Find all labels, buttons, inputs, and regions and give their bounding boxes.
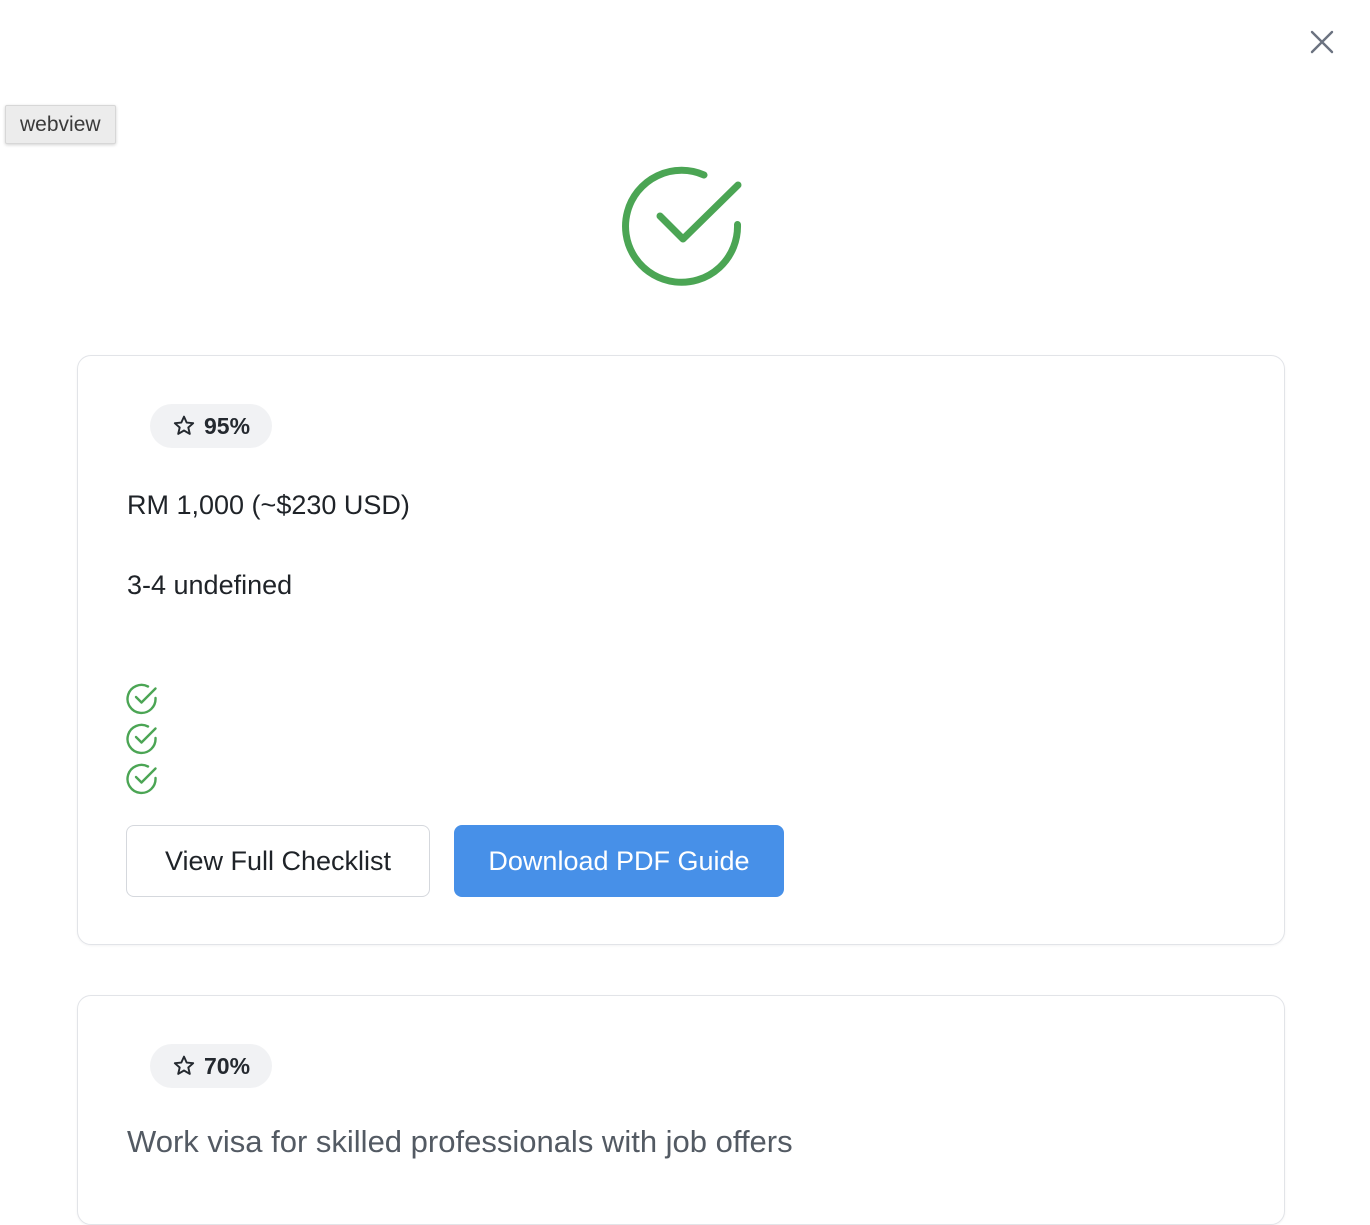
match-percentage: 70% — [204, 1052, 251, 1079]
list-item — [126, 721, 158, 761]
star-outline-icon — [172, 1054, 196, 1078]
download-pdf-guide-button[interactable]: Download PDF Guide — [454, 825, 784, 897]
requirements-checklist — [126, 681, 158, 801]
check-circle-small-icon — [126, 723, 158, 760]
close-icon — [1308, 28, 1336, 61]
visa-cost: RM 1,000 (~$230 USD) — [127, 490, 410, 520]
check-circle-small-icon — [126, 683, 158, 720]
view-full-checklist-button[interactable]: View Full Checklist — [126, 825, 430, 897]
check-circle-small-icon — [126, 763, 158, 800]
star-outline-icon — [172, 414, 196, 438]
close-button[interactable] — [1304, 26, 1340, 62]
processing-time: 3-4 undefined — [127, 570, 293, 600]
list-item — [126, 761, 158, 801]
visa-option-card: 70% Work visa for skilled professionals … — [77, 995, 1285, 1225]
visa-option-card: 95% RM 1,000 (~$230 USD) 3-4 undefined V… — [77, 355, 1285, 945]
webview-tag: webview — [5, 105, 116, 144]
list-item — [126, 681, 158, 721]
match-badge: 70% — [150, 1044, 273, 1088]
match-badge: 95% — [150, 404, 273, 448]
visa-description: Work visa for skilled professionals with… — [127, 1124, 793, 1159]
match-percentage: 95% — [204, 412, 251, 439]
check-circle-icon — [620, 164, 744, 288]
